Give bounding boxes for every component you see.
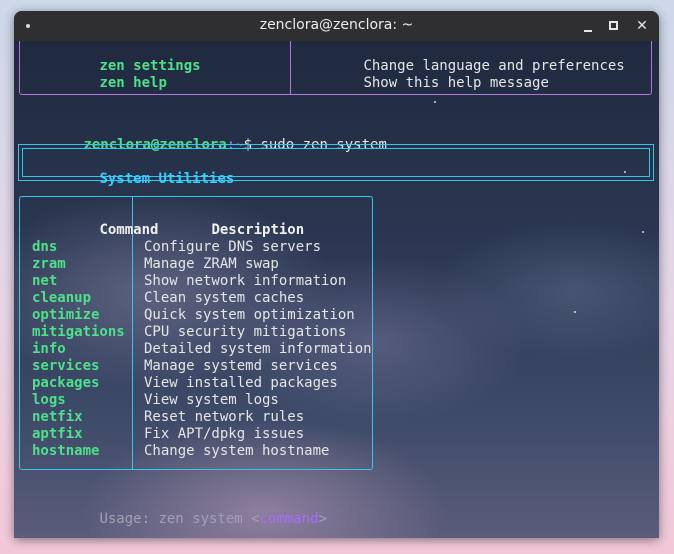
command-name: zen help [99,75,167,91]
table-row: Manage systemd services [144,358,338,375]
table-row: hostname [32,443,99,460]
table-column-divider [290,41,291,94]
command-name: net [32,273,58,289]
table-row: netfix [32,409,83,426]
table-row: services [32,358,99,375]
table-row: Quick system optimization [144,307,355,324]
usage-suffix: > [318,511,328,527]
command-name: cleanup [32,290,92,306]
table-row: View installed packages [144,375,338,392]
table-header-description: Description [211,222,305,238]
command-description: CPU security mitigations [144,324,347,340]
table-row: zen settings [32,41,200,74]
command-description: Fix APT/dpkg issues [144,426,305,442]
command-description: Clean system caches [144,290,305,306]
command-name: hostname [32,443,100,459]
table-row: Clean system caches [144,290,304,307]
command-description: Configure DNS servers [144,239,322,255]
command-name: optimize [32,307,100,323]
terminal-window: zenclora@zenclora: ~ ✕ zen settings Chan… [14,11,659,538]
command-name: mitigations [32,324,125,340]
section-header: System Utilities [32,154,234,187]
usage-prefix: Usage: zen system < [99,511,260,527]
command-name: info [32,341,66,357]
command-description: View system logs [144,392,279,408]
table-row: cleanup [32,290,91,307]
command-name: aptfix [32,426,83,442]
table-row: Change system hostname [144,443,329,460]
table-row: Change language and preferences [296,41,624,74]
terminal-output[interactable]: zen settings Change language and prefere… [14,41,659,538]
table-row: optimize [32,307,99,324]
star-decoration [434,101,436,103]
table-row: Configure DNS servers [144,239,321,256]
command-description: Reset network rules [144,409,305,425]
command-description: Manage ZRAM swap [144,256,279,272]
desktop-background: zenclora@zenclora: ~ ✕ zen settings Chan… [0,0,674,554]
table-row: info [32,341,66,358]
table-row: zen help [32,58,166,91]
table-row: zram [32,256,66,273]
table-row: Fix APT/dpkg issues [144,426,304,443]
close-button[interactable]: ✕ [631,15,653,37]
command-description: Manage systemd services [144,358,338,374]
prompt-line-current[interactable]: zenclora@zenclora:~$ [16,528,263,538]
minimize-button[interactable] [577,15,599,37]
command-name: netfix [32,409,83,425]
star-decoration [574,311,576,313]
table-row: net [32,273,57,290]
command-name: zram [32,256,66,272]
section-title: System Utilities [99,171,235,187]
table-row: Reset network rules [144,409,304,426]
table-row: View system logs [144,392,279,409]
maximize-button[interactable] [603,15,625,37]
prompt-line: zenclora@zenclora:~$ sudo zen system [16,120,386,153]
title-bar[interactable]: zenclora@zenclora: ~ ✕ [14,11,659,41]
table-row: logs [32,392,66,409]
table-row: Detailed system information [144,341,372,358]
command-description: Quick system optimization [144,307,355,323]
table-row: Show network information [144,273,346,290]
command-description: Change system hostname [144,443,330,459]
command-name: packages [32,375,100,391]
command-name: dns [32,239,58,255]
command-description: Show network information [144,273,347,289]
command-description: View installed packages [144,375,338,391]
command-name: services [32,358,100,374]
command-description: Show this help message [363,75,549,91]
table-row: CPU security mitigations [144,324,346,341]
table-header-command: Command [99,222,159,238]
command-description: Detailed system information [144,341,372,357]
table-row: packages [32,375,99,392]
table-row: Manage ZRAM swap [144,256,279,273]
table-row: mitigations [32,324,125,341]
table-row: dns [32,239,57,256]
star-decoration [642,231,644,233]
window-title: zenclora@zenclora: ~ [259,17,414,33]
command-name: logs [32,392,66,408]
usage-arg: command [259,511,319,527]
table-row: aptfix [32,426,83,443]
table-row: Show this help message [296,58,548,91]
usage-line: Usage: zen system <command> [32,494,327,527]
